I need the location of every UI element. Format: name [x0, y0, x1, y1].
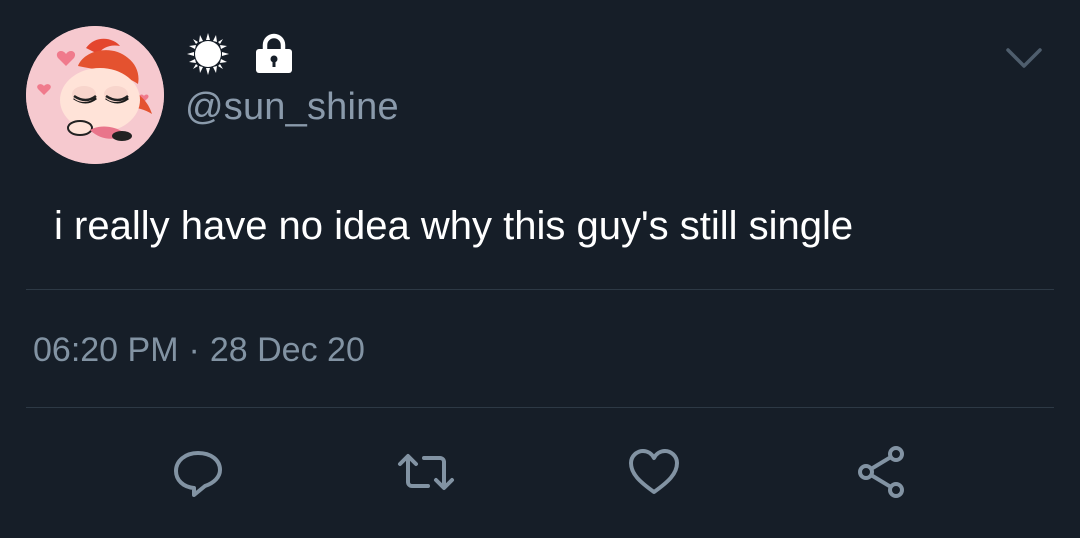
timestamp-separator: · — [188, 331, 200, 369]
sun-icon — [186, 32, 230, 81]
divider — [26, 289, 1054, 290]
divider — [26, 407, 1054, 408]
timestamp-time: 06:20 PM — [33, 331, 179, 369]
chevron-down-icon[interactable] — [1004, 44, 1044, 72]
timestamp-date: 28 Dec 20 — [209, 331, 365, 369]
share-icon — [854, 444, 910, 505]
reply-icon — [170, 444, 226, 505]
lock-icon — [254, 33, 294, 80]
tweet-actions — [0, 444, 1080, 505]
retweet-icon — [396, 444, 456, 505]
reply-button[interactable] — [170, 446, 226, 502]
tweet-timestamp[interactable]: 06:20 PM · 28 Dec 20 — [33, 331, 365, 370]
share-button[interactable] — [854, 444, 910, 505]
like-button[interactable] — [626, 446, 682, 502]
retweet-button[interactable] — [398, 446, 454, 502]
display-name-row — [186, 32, 294, 81]
avatar[interactable] — [26, 26, 164, 164]
like-icon — [626, 444, 682, 505]
user-handle[interactable]: @sun_shine — [185, 86, 399, 129]
tweet-text: i really have no idea why this guy's sti… — [54, 204, 854, 248]
tweet-card: @sun_shine i really have no idea why thi… — [0, 0, 1080, 538]
